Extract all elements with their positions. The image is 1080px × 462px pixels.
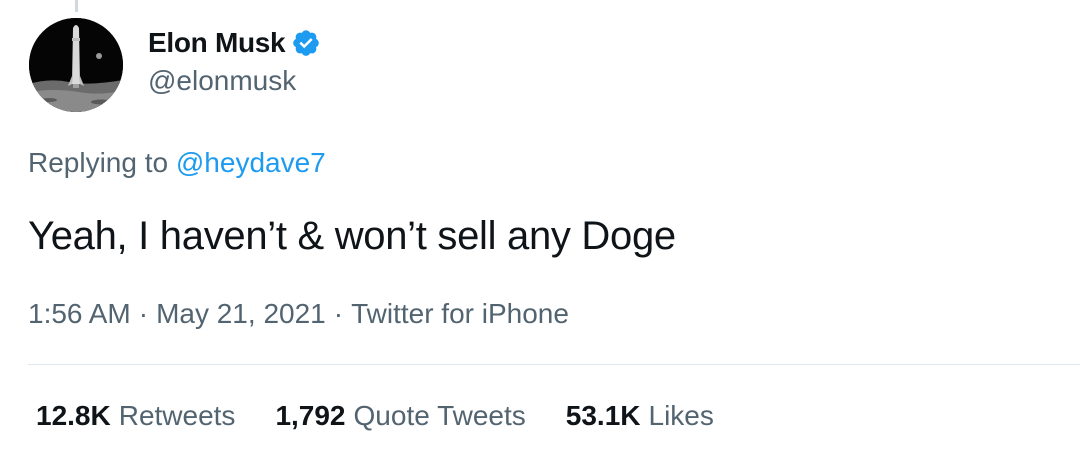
- divider: [28, 364, 1080, 365]
- likes-label: Likes: [648, 400, 714, 431]
- likes-stat[interactable]: 53.1K Likes: [566, 398, 714, 434]
- tweet-stats: 12.8K Retweets 1,792 Quote Tweets 53.1K …: [36, 398, 754, 434]
- replying-to-line: Replying to @heydave7: [28, 145, 326, 181]
- tweet-text: Yeah, I haven’t & won’t sell any Doge: [28, 214, 676, 258]
- retweets-stat[interactable]: 12.8K Retweets: [36, 398, 235, 434]
- thread-connector-line: [75, 0, 78, 12]
- quote-tweets-stat[interactable]: 1,792 Quote Tweets: [275, 398, 525, 434]
- verified-badge-icon: [291, 28, 321, 58]
- replying-to-label: Replying to: [28, 147, 169, 178]
- likes-count: 53.1K: [565, 400, 641, 431]
- retweets-label: Retweets: [118, 400, 236, 431]
- author-handle[interactable]: @elonmusk: [148, 64, 296, 98]
- avatar[interactable]: [29, 18, 123, 112]
- starship-avatar-image: [29, 18, 123, 112]
- meta-separator: ·: [138, 298, 149, 329]
- reply-mention-link[interactable]: @heydave7: [176, 147, 326, 178]
- author-name-row: Elon Musk: [148, 26, 321, 60]
- tweet-meta: 1:56 AM · May 21, 2021 · Twitter for iPh…: [28, 296, 569, 332]
- author-name[interactable]: Elon Musk: [148, 27, 286, 59]
- tweet-time[interactable]: 1:56 AM: [28, 296, 131, 332]
- meta-separator: ·: [333, 298, 344, 329]
- retweets-count: 12.8K: [36, 400, 111, 431]
- quote-tweets-label: Quote Tweets: [353, 400, 526, 431]
- tweet-source[interactable]: Twitter for iPhone: [351, 296, 569, 332]
- quote-tweets-count: 1,792: [275, 400, 346, 431]
- tweet-date[interactable]: May 21, 2021: [156, 296, 326, 332]
